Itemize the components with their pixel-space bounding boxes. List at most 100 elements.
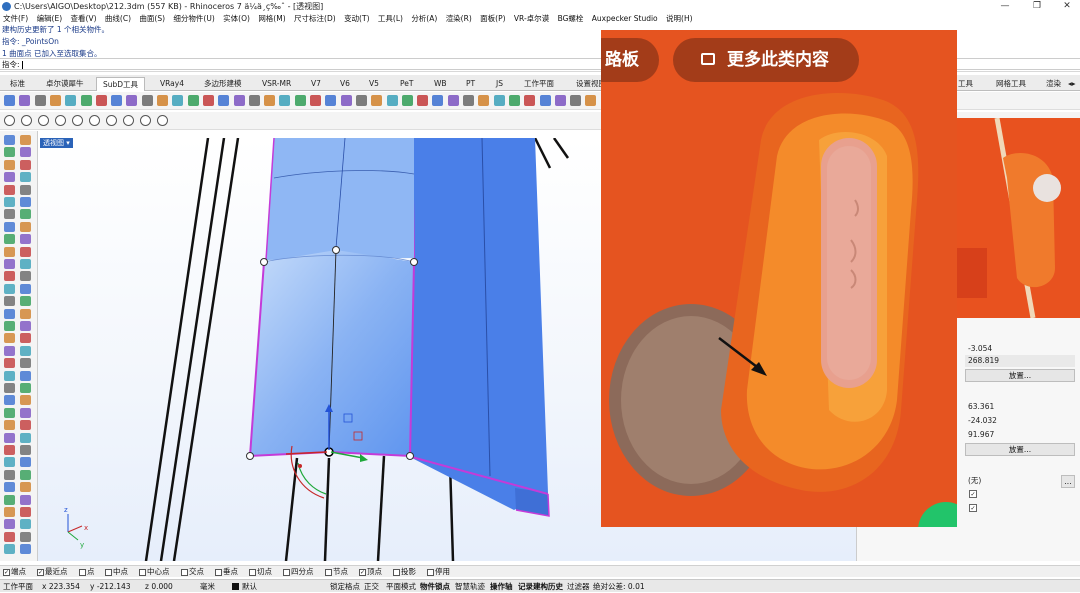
toolbar-tool-icon[interactable] xyxy=(340,95,352,106)
property-value[interactable]: 63.361 xyxy=(965,401,1075,413)
toolbar-tool-icon[interactable] xyxy=(310,95,321,106)
side-tool-icon[interactable] xyxy=(20,172,31,183)
side-tool-icon[interactable] xyxy=(20,321,31,331)
toolbar-tool-icon[interactable] xyxy=(80,95,92,106)
place-button[interactable]: 放置... xyxy=(965,369,1075,382)
side-tool-icon[interactable] xyxy=(20,308,31,319)
toolbar-tool-icon[interactable] xyxy=(65,95,77,106)
side-tool-icon[interactable] xyxy=(20,544,31,555)
osnap-checkbox[interactable] xyxy=(139,568,146,576)
tab-render[interactable]: 渲染 xyxy=(1040,77,1067,91)
filter-toggle[interactable]: 过滤器 xyxy=(567,580,590,593)
osnap-option[interactable]: 垂点 xyxy=(215,566,238,578)
side-tool-icon[interactable] xyxy=(4,395,15,406)
tab-v5[interactable]: V5 xyxy=(363,77,385,91)
menu-help[interactable]: 说明(H) xyxy=(666,14,693,23)
more-content-button[interactable]: 更多此类内容 xyxy=(673,38,859,82)
subd-tool-icon[interactable] xyxy=(55,115,66,126)
side-tool-icon[interactable] xyxy=(20,246,31,257)
osnap-checkbox[interactable]: ✓ xyxy=(3,568,10,576)
subd-tool-icon[interactable] xyxy=(89,115,100,126)
osnap-checkbox[interactable] xyxy=(105,568,112,576)
menu-auxpecker[interactable]: Auxpecker Studio xyxy=(592,14,658,23)
toolbar-tool-icon[interactable] xyxy=(233,95,245,106)
property-value[interactable]: 91.967 xyxy=(965,429,1075,441)
overlay-pill-left[interactable]: 路板 xyxy=(601,38,659,82)
osnap-option[interactable]: 中点 xyxy=(105,566,128,578)
side-tool-icon[interactable] xyxy=(20,333,31,344)
place-button[interactable]: 放置... xyxy=(965,443,1075,456)
subd-tool-icon[interactable] xyxy=(21,115,32,126)
osnap-option[interactable]: 点 xyxy=(79,566,95,578)
property-checkbox[interactable]: ✓ xyxy=(969,490,977,498)
tab-vray4[interactable]: VRay4 xyxy=(154,77,190,91)
toolbar-tool-icon[interactable] xyxy=(432,95,444,106)
viewport-title-tab[interactable]: 透视图 ▾ xyxy=(40,138,73,148)
toolbar-tool-icon[interactable] xyxy=(463,95,474,106)
side-tool-icon[interactable] xyxy=(20,519,31,530)
osnap-option[interactable]: 中心点 xyxy=(139,566,170,578)
side-tool-icon[interactable] xyxy=(20,457,31,468)
toolbar-tool-icon[interactable] xyxy=(218,95,230,106)
osnap-option[interactable]: 停用 xyxy=(427,566,450,578)
toolbar-tool-icon[interactable] xyxy=(172,95,184,106)
tab-js[interactable]: JS xyxy=(490,77,509,91)
units-label[interactable]: 毫米 xyxy=(200,580,215,593)
osnap-option[interactable]: ✓ 顶点 xyxy=(359,566,382,578)
side-tool-icon[interactable] xyxy=(20,159,31,170)
planar-toggle[interactable]: 平面模式 xyxy=(386,580,416,593)
menu-curve[interactable]: 曲线(C) xyxy=(105,14,131,23)
toolbar-tool-icon[interactable] xyxy=(141,95,153,106)
gumball-toggle[interactable]: 操作轴 xyxy=(490,580,513,593)
side-tool-icon[interactable] xyxy=(4,321,15,331)
side-tool-icon[interactable] xyxy=(20,407,31,418)
toolbar-tool-icon[interactable] xyxy=(95,95,107,106)
side-tool-icon[interactable] xyxy=(4,259,15,269)
subd-surface-right[interactable] xyxy=(408,138,548,510)
toolbar-tool-icon[interactable] xyxy=(539,95,551,106)
side-tool-icon[interactable] xyxy=(4,172,15,183)
cplane-label[interactable]: 工作平面 xyxy=(3,580,33,593)
toolbar-tool-icon[interactable] xyxy=(111,95,123,106)
menu-mesh[interactable]: 网格(M) xyxy=(258,14,285,23)
toolbar-tool-icon[interactable] xyxy=(34,95,46,106)
toolbar-tool-icon[interactable] xyxy=(248,95,260,106)
subd-tool-icon[interactable] xyxy=(4,115,15,126)
tab-wb[interactable]: WB xyxy=(428,77,453,91)
side-tool-icon[interactable] xyxy=(4,531,15,542)
toolbar-tool-icon[interactable] xyxy=(126,95,138,106)
tab-polygon-modeling[interactable]: 多边形建模 xyxy=(198,77,248,91)
maximize-button[interactable]: ❐ xyxy=(1022,0,1052,13)
osnap-option[interactable]: 交点 xyxy=(181,566,204,578)
side-tool-icon[interactable] xyxy=(4,457,15,468)
menu-surface[interactable]: 曲面(S) xyxy=(139,14,165,23)
side-tool-icon[interactable] xyxy=(4,209,15,220)
side-tool-icon[interactable] xyxy=(4,333,15,344)
side-tool-icon[interactable] xyxy=(4,358,15,369)
record-history-toggle[interactable]: 记录建构历史 xyxy=(518,580,563,593)
subd-tool-icon[interactable] xyxy=(72,115,83,126)
toolbar-tool-icon[interactable] xyxy=(264,95,276,106)
menu-vr[interactable]: VR-卓尔谟 xyxy=(514,14,549,23)
osnap-checkbox[interactable] xyxy=(181,568,188,576)
toolbar-tool-icon[interactable] xyxy=(371,95,383,106)
side-tool-icon[interactable] xyxy=(4,221,15,232)
side-tool-icon[interactable] xyxy=(4,383,15,393)
side-tool-icon[interactable] xyxy=(4,147,15,158)
side-tool-icon[interactable] xyxy=(20,445,31,455)
tab-v6[interactable]: V6 xyxy=(334,77,356,91)
toolbar-tool-icon[interactable] xyxy=(187,95,199,106)
menu-transform[interactable]: 变动(T) xyxy=(344,14,369,23)
tab-mesh-tools[interactable]: 网格工具 xyxy=(990,77,1032,91)
lock-grid-toggle[interactable]: 锁定格点 xyxy=(330,580,360,593)
toolbar-tool-icon[interactable] xyxy=(447,95,459,106)
toolbar-tool-icon[interactable] xyxy=(19,95,31,106)
side-tool-icon[interactable] xyxy=(20,184,31,195)
toolbar-tool-icon[interactable] xyxy=(279,95,291,106)
side-tool-icon[interactable] xyxy=(4,407,15,418)
side-tool-icon[interactable] xyxy=(4,271,15,282)
toolbar-tool-icon[interactable] xyxy=(386,95,398,106)
osnap-checkbox[interactable]: ✓ xyxy=(359,568,366,576)
osnap-option[interactable]: ✓ 端点 xyxy=(3,566,26,578)
property-checkbox[interactable]: ✓ xyxy=(969,504,977,512)
